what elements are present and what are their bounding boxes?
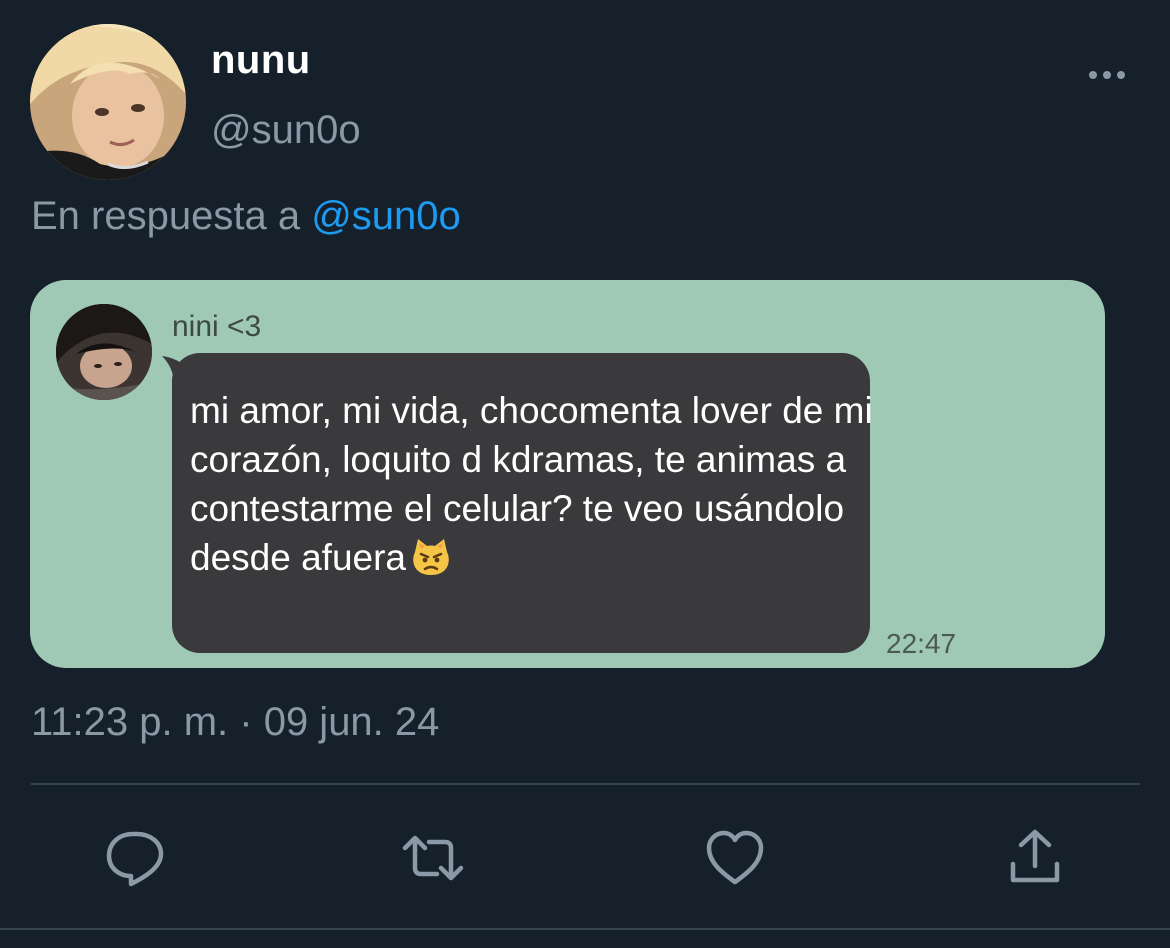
like-button[interactable] — [703, 826, 767, 890]
divider — [0, 928, 1170, 930]
divider — [31, 783, 1140, 785]
profile-photo-icon — [30, 24, 186, 180]
more-options-icon[interactable] — [1084, 60, 1130, 90]
reply-button[interactable] — [103, 826, 167, 890]
retweet-icon — [402, 835, 464, 881]
heart-icon — [706, 830, 764, 885]
chat-message-time: 22:47 — [886, 628, 957, 659]
chat-sender-name: nini <3 — [172, 310, 262, 343]
comment-icon — [106, 831, 164, 887]
reply-mention-link[interactable]: @sun0o — [311, 194, 461, 238]
author-avatar[interactable] — [30, 24, 186, 180]
tweet-timestamp[interactable]: 11:23 p. m. · 09 jun. 24 — [31, 700, 439, 745]
chat-profile-photo-icon — [56, 304, 152, 400]
chat-message-body: mi amor, mi vida, chocomenta lover de mi… — [190, 390, 873, 578]
share-button[interactable] — [1003, 826, 1067, 890]
reply-context: En respuesta a @sun0o — [31, 194, 461, 239]
share-icon — [1010, 829, 1060, 883]
reply-context-prefix: En respuesta a — [31, 194, 301, 238]
retweet-button[interactable] — [401, 826, 465, 890]
author-display-name[interactable]: nunu — [211, 38, 311, 83]
chat-message-text: mi amor, mi vida, chocomenta lover de mi… — [190, 386, 880, 582]
chat-sender-avatar — [56, 304, 152, 400]
pouting-cat-emoji-icon — [413, 539, 449, 575]
author-handle[interactable]: @sun0o — [211, 108, 361, 153]
tweet-media-image[interactable]: nini <3 mi amor, mi vida, chocomenta lov… — [30, 280, 1105, 668]
